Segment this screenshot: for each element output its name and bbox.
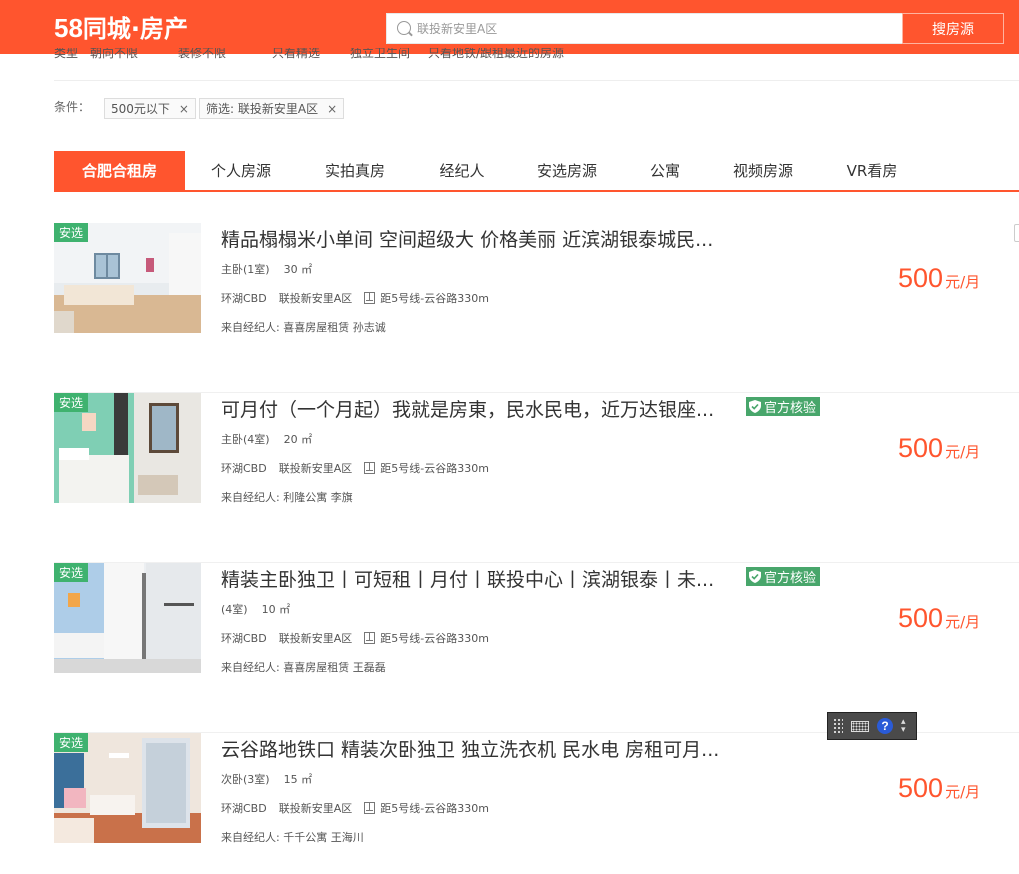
listing-title[interactable]: 精品榻榻米小单间 空间超级大 价格美丽 近滨湖银泰城民... <box>221 225 713 252</box>
metro-icon <box>364 632 376 644</box>
metro-icon <box>364 292 376 304</box>
keyboard-icon[interactable] <box>851 720 869 732</box>
community-link[interactable]: 联投新安里A区 <box>279 630 353 646</box>
search-icon <box>397 21 411 35</box>
anxuan-badge: 安选 <box>54 733 89 752</box>
community-link[interactable]: 联投新安里A区 <box>279 290 353 306</box>
listing-location: 环湖CBD 联投新安里A区 距5号线-云谷路330m <box>221 290 501 306</box>
metro-distance: 距5号线-云谷路330m <box>380 462 489 475</box>
filter-row: 类型 朝向不限 装修不限 只看精选 独立卫生间 只看地铁/跟租最近的房源 <box>54 48 614 62</box>
metro-icon <box>364 802 376 814</box>
conditions-label: 条件： <box>54 100 91 114</box>
listing-agent: 来自经纪人: 喜喜房屋租赁 王磊磊 <box>221 661 386 674</box>
listing-title[interactable]: 云谷路地铁口 精装次卧独卫 独立洗衣机 民水电 房租可月... <box>221 735 719 762</box>
community-link[interactable]: 联投新安里A区 <box>279 460 353 476</box>
site-logo[interactable]: 58同城·房产 <box>54 9 188 44</box>
listing-room: 次卧(3室) 15 ㎡ <box>221 773 313 786</box>
anxuan-badge: 安选 <box>54 223 89 242</box>
help-icon[interactable]: ? <box>877 718 893 734</box>
chevron-down-icon[interactable]: ▴ ▾ <box>901 718 906 735</box>
tab-apartment[interactable]: 公寓 <box>640 151 690 190</box>
metro-distance: 距5号线-云谷路330m <box>380 292 489 305</box>
filter-orientation-select[interactable]: 朝向不限 <box>90 48 138 61</box>
tab-anxuan[interactable]: 安选房源 <box>524 151 610 190</box>
listing-price: 500 元/月 <box>898 603 981 633</box>
category-tabs: 合肥合租房 个人房源 实拍真房 经纪人 安选房源 公寓 视频房源 VR看房 <box>54 151 1019 192</box>
condition-tag-filter[interactable]: 筛选: 联投新安里A区 × <box>199 98 345 119</box>
shield-icon <box>749 400 761 413</box>
filter-featured-checkbox[interactable]: 只看精选 <box>272 48 320 61</box>
listing-title[interactable]: 精装主卧独卫丨可短租丨月付丨联投中心丨滨湖银泰丨未... <box>221 565 714 592</box>
listing-item[interactable]: 安选 精装主卧独卫丨可短租丨月付丨联投中心丨滨湖银泰丨未... 官方核验 (4室… <box>54 563 1019 733</box>
search-input[interactable] <box>417 18 887 40</box>
listing-location: 环湖CBD 联投新安里A区 距5号线-云谷路330m <box>221 800 501 816</box>
filter-type: 类型 <box>54 48 79 60</box>
tab-vr[interactable]: VR看房 <box>834 151 910 190</box>
listing-location: 环湖CBD 联投新安里A区 距5号线-云谷路330m <box>221 630 501 646</box>
listing-price: 500 元/月 <box>898 433 981 463</box>
tab-hefei-shared[interactable]: 合肥合租房 <box>54 151 185 190</box>
district-link[interactable]: 环湖CBD <box>221 460 267 476</box>
filter-metro-checkbox[interactable]: 只看地铁/跟租最近的房源 <box>428 48 564 61</box>
anxuan-badge: 安选 <box>54 393 89 412</box>
metro-distance: 距5号线-云谷路330m <box>380 632 489 645</box>
district-link[interactable]: 环湖CBD <box>221 630 267 646</box>
filter-bathroom-checkbox[interactable]: 独立卫生间 <box>350 48 410 61</box>
tab-personal[interactable]: 个人房源 <box>198 151 284 190</box>
search-box[interactable] <box>386 13 904 44</box>
logo-number: 58 <box>54 13 83 43</box>
verified-badge: 官方核验 <box>746 567 821 586</box>
listing-agent: 来自经纪人: 千千公寓 王海川 <box>221 831 364 844</box>
listing-room: 主卧(4室) 20 ㎡ <box>221 433 313 446</box>
listing-agent: 来自经纪人: 喜喜房屋租赁 孙志诚 <box>221 321 386 334</box>
close-icon[interactable]: × <box>179 102 189 116</box>
anxuan-badge: 安选 <box>54 563 89 582</box>
ime-toolbar[interactable]: ? ▴ ▾ <box>827 712 917 740</box>
community-link[interactable]: 联投新安里A区 <box>279 800 353 816</box>
site-header: 58同城·房产 搜房源 <box>0 0 1019 54</box>
listing-item[interactable]: 安选 可月付（一个月起）我就是房東，民水民电，近万达银座... 官方核验 主卧(… <box>54 393 1019 563</box>
drag-handle-icon[interactable] <box>833 718 843 734</box>
search-button[interactable]: 搜房源 <box>902 13 1004 44</box>
verified-badge: 官方核验 <box>746 397 821 416</box>
listing-photo[interactable]: 安选 <box>54 393 201 503</box>
listing-room: (4室) 10 ㎡ <box>221 603 291 616</box>
metro-icon <box>364 462 376 474</box>
district-link[interactable]: 环湖CBD <box>221 800 267 816</box>
listing-price: 500 元/月 <box>898 773 981 803</box>
close-icon[interactable]: × <box>327 102 337 116</box>
logo-text: 同城·房产 <box>82 15 189 43</box>
district-link[interactable]: 环湖CBD <box>221 290 267 306</box>
tab-agent[interactable]: 经纪人 <box>424 151 500 190</box>
listing-price: 500 元/月 <box>898 263 981 293</box>
listing-item[interactable]: 安选 精品榻榻米小单间 空间超级大 价格美丽 近滨湖银泰城民... 主卧(1室)… <box>54 223 1019 393</box>
divider <box>54 80 1019 81</box>
listing-photo[interactable]: 安选 <box>54 223 201 333</box>
listing-location: 环湖CBD 联投新安里A区 距5号线-云谷路330m <box>221 460 501 476</box>
listing-photo[interactable]: 安选 <box>54 563 201 673</box>
filter-decoration-select[interactable]: 装修不限 <box>178 48 226 61</box>
listing-room: 主卧(1室) 30 ㎡ <box>221 263 313 276</box>
metro-distance: 距5号线-云谷路330m <box>380 802 489 815</box>
tab-real-photo[interactable]: 实拍真房 <box>312 151 398 190</box>
listing-title[interactable]: 可月付（一个月起）我就是房東，民水民电，近万达银座... <box>221 395 714 422</box>
listing-agent: 来自经纪人: 利隆公寓 李旗 <box>221 491 353 504</box>
shield-icon <box>749 570 761 583</box>
listing-photo[interactable]: 安选 <box>54 733 201 843</box>
tab-video[interactable]: 视频房源 <box>720 151 806 190</box>
condition-tag-text: 500元以下 <box>111 102 170 116</box>
listing-item[interactable]: 安选 云谷路地铁口 精装次卧独卫 独立洗衣机 民水电 房租可月... 次卧(3室… <box>54 733 1019 874</box>
condition-tag-price[interactable]: 500元以下 × <box>104 98 196 119</box>
condition-tag-text: 筛选: 联投新安里A区 <box>206 102 319 116</box>
